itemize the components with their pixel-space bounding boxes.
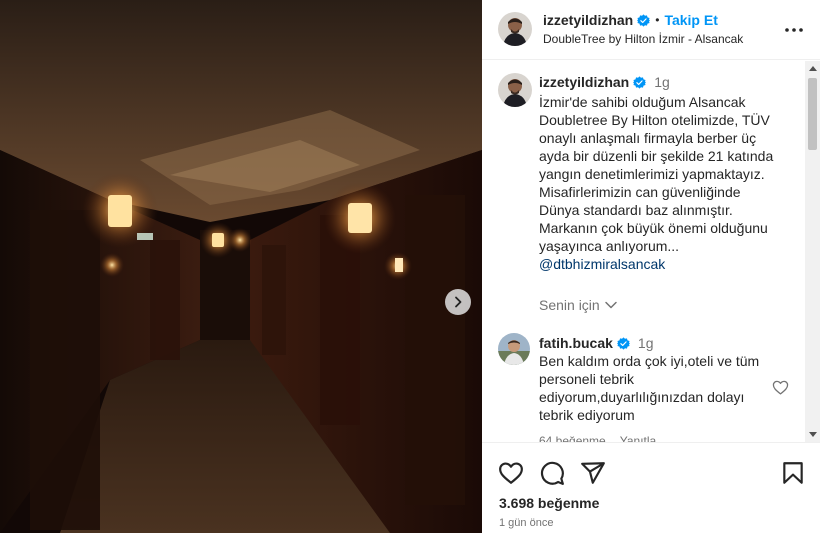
post-like-count[interactable]: 3.698 beğenme: [499, 495, 599, 511]
comment-reply-button[interactable]: Yanıtla: [620, 434, 656, 442]
chevron-right-icon: [455, 296, 462, 308]
caption-line: Misafirlerimizin can güvenliğinde: [539, 184, 741, 200]
caption-text: İzmir'de sahibi olduğum Alsancak Doublet…: [539, 93, 773, 273]
scrollbar-thumb[interactable]: [808, 78, 817, 150]
paper-plane-icon[interactable]: [580, 460, 606, 486]
author-avatar-image: [498, 12, 532, 46]
post-location[interactable]: DoubleTree by Hilton İzmir - Alsancak: [543, 32, 743, 46]
scroll-down-arrow-icon[interactable]: [809, 432, 817, 437]
commenter-username[interactable]: fatih.bucak: [539, 335, 613, 351]
hotel-corridor-image: [0, 0, 482, 533]
post-actions: 3.698 beğenme 1 gün önce: [482, 442, 820, 533]
caption-line: İzmir'de sahibi olduğum Alsancak: [539, 94, 746, 110]
caption-time[interactable]: 1g: [654, 74, 670, 90]
comment-heart-icon[interactable]: [772, 379, 789, 396]
follow-button[interactable]: Takip Et: [664, 12, 717, 28]
post-media-video[interactable]: [0, 0, 482, 533]
comment-time[interactable]: 1g: [638, 335, 654, 351]
caption-line: ayda bir düzenli bir şekilde 21 katında: [539, 148, 774, 164]
caption-line: yangın denetimlerimizi yapmaktayız.: [539, 166, 765, 182]
caption-line: Markanın çok büyük önemi olduğunu: [539, 220, 768, 236]
comment-bubble-icon[interactable]: [539, 460, 565, 486]
verified-badge-icon: [637, 13, 651, 27]
post-timestamp[interactable]: 1 gün önce: [499, 517, 553, 529]
author-username[interactable]: izzetyildizhan: [543, 12, 633, 28]
for-you-toggle[interactable]: Senin için: [539, 297, 618, 313]
bookmark-icon[interactable]: [780, 460, 806, 486]
commenter-avatar-image: [498, 333, 530, 365]
caption-header: izzetyildizhan 1g: [539, 74, 670, 90]
caption-line: Doubletree By Hilton otelimizde, TÜV: [539, 112, 770, 128]
header-title-row: izzetyildizhan • Takip Et: [543, 12, 718, 28]
caption-line: Dünya standardı baz alınmıştır.: [539, 202, 733, 218]
more-options-icon[interactable]: [784, 20, 804, 40]
comment-line: Ben kaldım orda çok iyi,oteli ve tüm: [539, 353, 760, 369]
instagram-post-view: izzetyildizhan • Takip Et DoubleTree by …: [0, 0, 820, 533]
comments-scrollbar[interactable]: [805, 61, 820, 442]
caption-mention-link[interactable]: @dtbhizmiralsancak: [539, 255, 773, 273]
post-details-panel: izzetyildizhan • Takip Et DoubleTree by …: [482, 0, 820, 533]
next-media-button[interactable]: [445, 289, 471, 315]
caption-author-avatar[interactable]: [498, 73, 532, 107]
caption-avatar-image: [498, 73, 532, 107]
comment-header: fatih.bucak 1g: [539, 335, 653, 351]
chevron-down-icon: [604, 301, 617, 309]
comment-line: personeli tebrik: [539, 371, 634, 387]
caption-line: onaylı anlaşmalı firmayla berber üç: [539, 130, 757, 146]
comment-line: ediyorum,duyarlılığınızdan dolayı: [539, 389, 745, 405]
commenter-avatar[interactable]: [498, 333, 530, 365]
comments-list[interactable]: izzetyildizhan 1g İzmir'de sahibi olduğu…: [482, 61, 820, 442]
comment-likes[interactable]: 64 beğenme: [539, 434, 606, 442]
comment-meta: 64 beğenme Yanıtla: [539, 434, 656, 442]
comment-line: tebrik ediyorum: [539, 407, 635, 423]
header-separator: •: [655, 13, 660, 27]
caption-line: yaşayınca anlıyorum...: [539, 238, 680, 254]
comment-text: Ben kaldım orda çok iyi,oteli ve tüm per…: [539, 352, 759, 424]
for-you-label: Senin için: [539, 297, 600, 313]
caption-author-username[interactable]: izzetyildizhan: [539, 74, 629, 90]
author-avatar[interactable]: [498, 12, 532, 46]
verified-badge-icon: [633, 75, 647, 89]
verified-badge-icon: [616, 336, 630, 350]
scroll-up-arrow-icon[interactable]: [809, 66, 817, 71]
heart-icon[interactable]: [498, 460, 524, 486]
post-header: izzetyildizhan • Takip Et DoubleTree by …: [482, 0, 820, 60]
